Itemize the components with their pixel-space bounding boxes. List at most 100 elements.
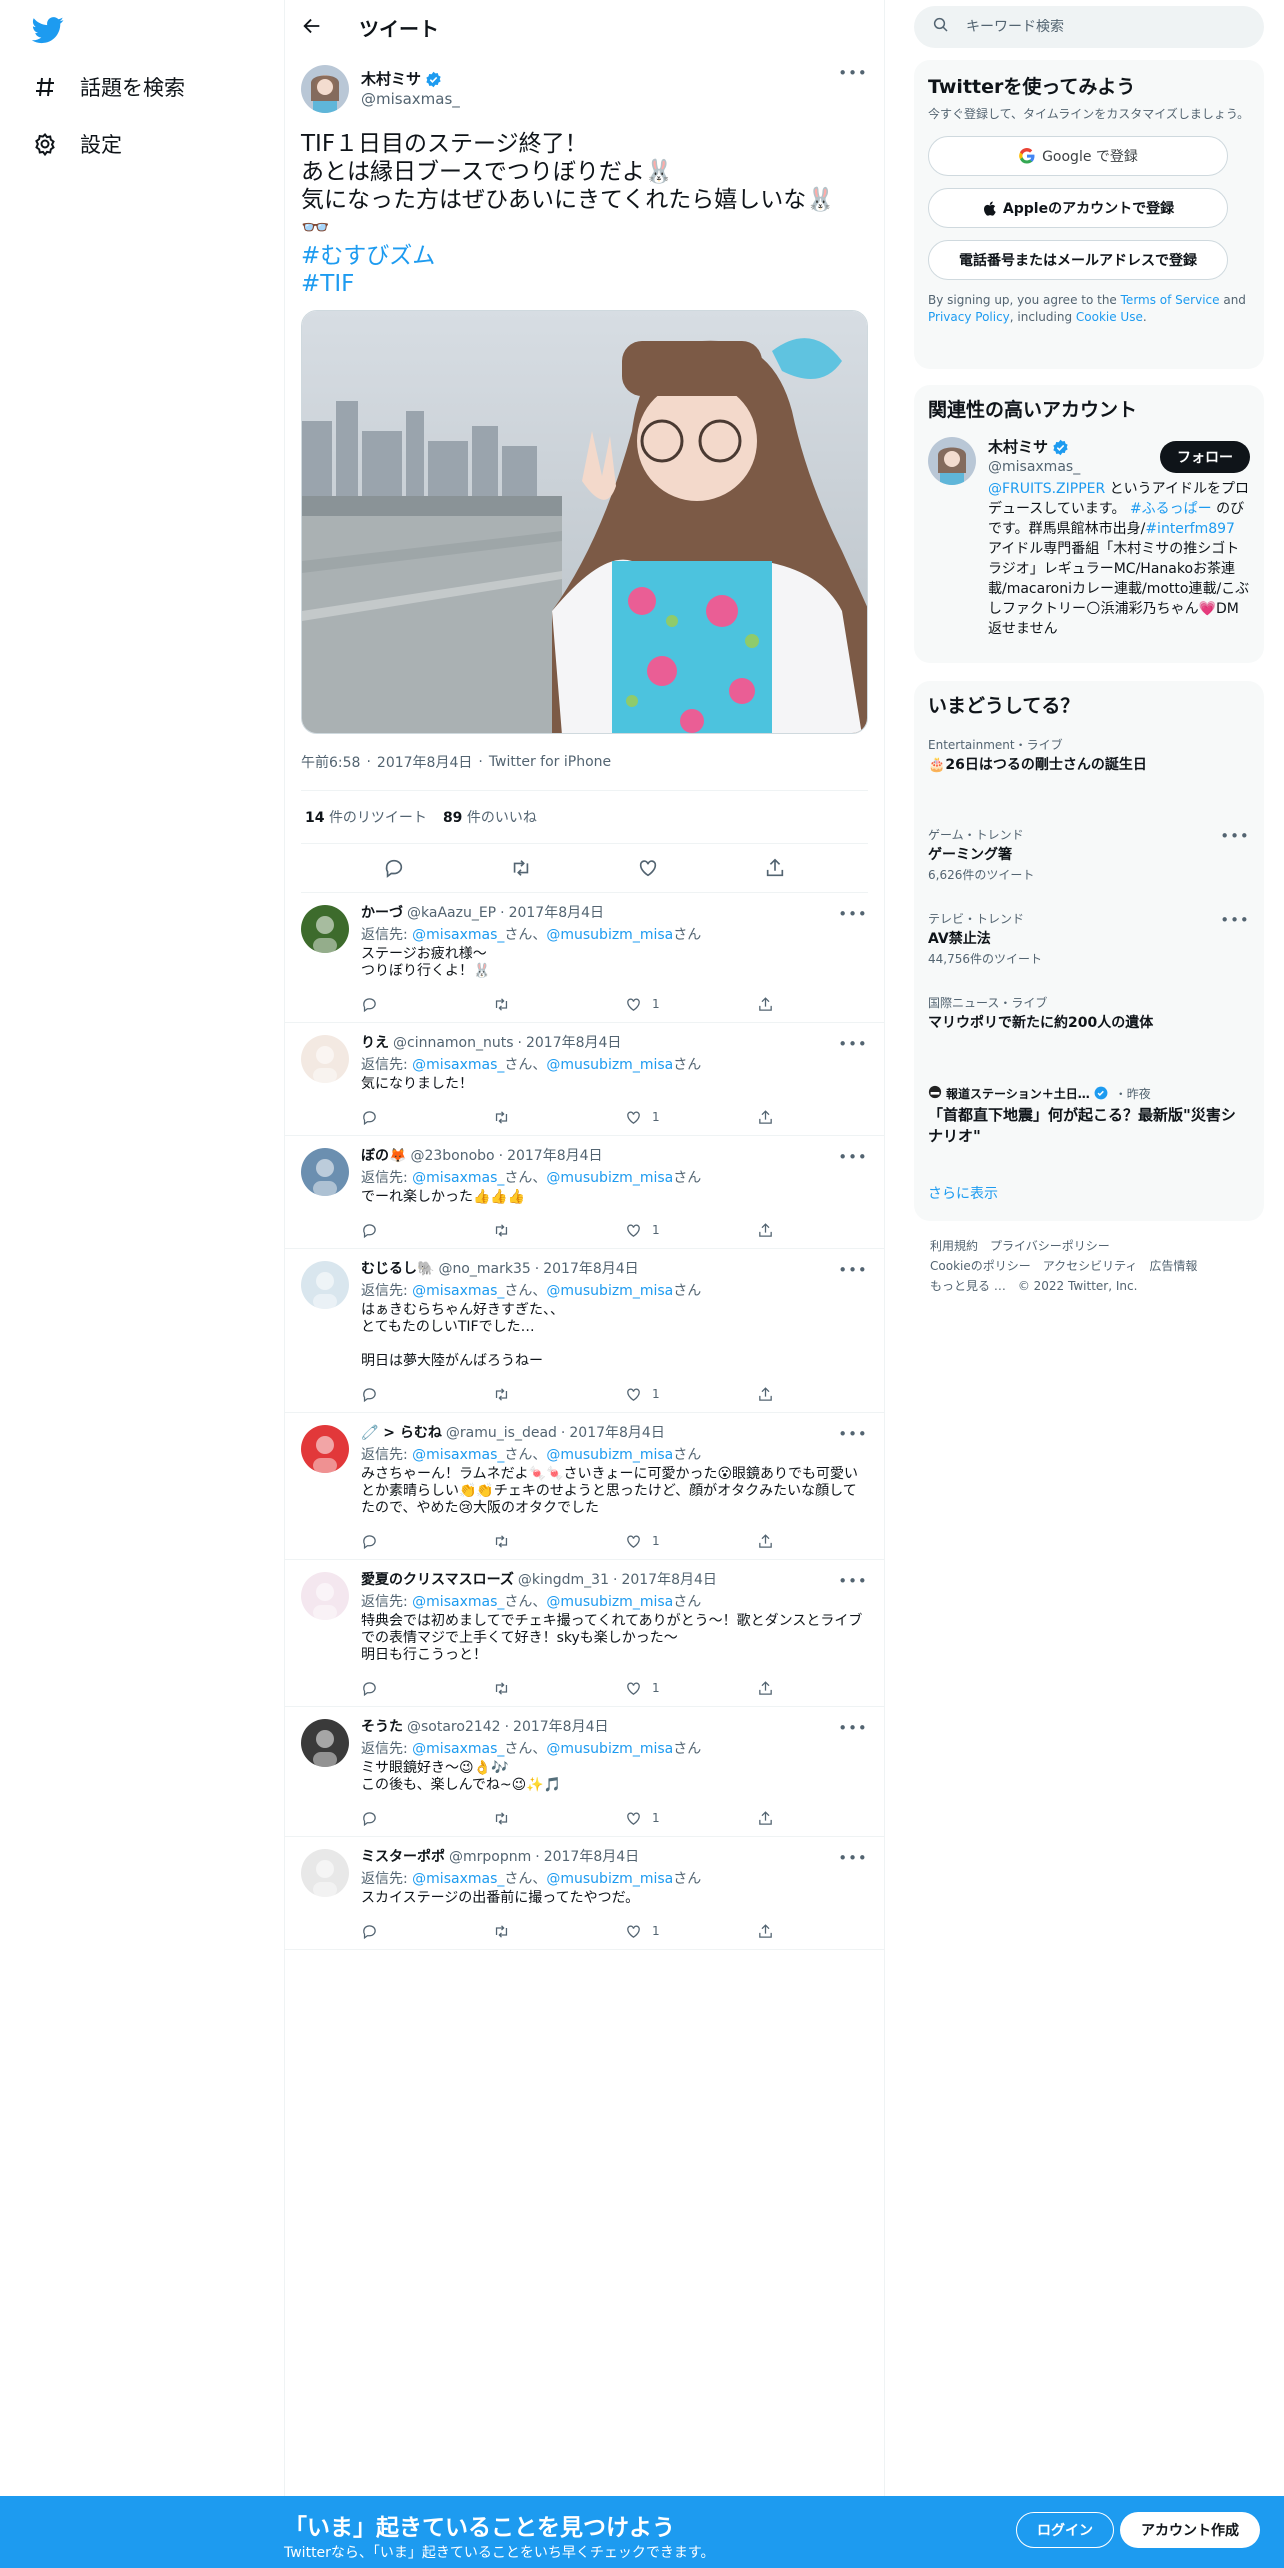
reply-author-name[interactable]: むじるし🐘 (361, 1261, 434, 1278)
share-button[interactable] (757, 1222, 774, 1239)
share-button[interactable] (757, 1810, 774, 1827)
reply-tweet[interactable]: ミスターポポ @mrpopnm · 2017年8月4日 返信先: @misaxmas_さ… (285, 1837, 884, 1950)
google-signup-button[interactable]: Google で登録 (928, 136, 1228, 176)
reply-author-name[interactable]: 愛夏のクリスマスローズ (361, 1572, 514, 1589)
back-arrow-icon[interactable] (301, 15, 325, 39)
share-button[interactable] (757, 1533, 774, 1550)
trend-item[interactable]: Entertainment・ライブ 🎂26日はつるの剛士さんの誕生日 (928, 737, 1250, 775)
share-button[interactable] (757, 1680, 774, 1697)
avatar[interactable] (301, 1849, 349, 1897)
more-options-icon[interactable]: ••• (838, 1849, 868, 1869)
reply-button[interactable] (361, 1810, 493, 1827)
apple-signup-button[interactable]: Appleのアカウントで登録 (928, 188, 1228, 228)
mention-link[interactable]: @musubizm_misa (546, 1057, 673, 1073)
bio-mention-link[interactable]: @FRUITS.ZIPPER (988, 481, 1105, 497)
related-account[interactable]: 木村ミサ @misaxmas_ @FRUITS.ZIPPER というアイドルをプ… (928, 437, 1250, 639)
more-options-icon[interactable]: ••• (838, 1261, 868, 1281)
avatar[interactable] (301, 1148, 349, 1196)
reply-tweet[interactable]: りえ @cinnamon_nuts · 2017年8月4日 返信先: @misaxmas… (285, 1023, 884, 1136)
reply-author-name[interactable]: りえ (361, 1035, 389, 1052)
trend-item[interactable]: テレビ・トレンド AV禁止法 44,756件のツイート ••• (928, 911, 1250, 967)
reply-date[interactable]: 2017年8月4日 (509, 905, 604, 922)
footer-link[interactable]: プライバシーポリシー (990, 1239, 1110, 1253)
retweet-button[interactable] (493, 996, 625, 1013)
retweet-button[interactable] (493, 1222, 625, 1239)
reply-button[interactable] (361, 1923, 493, 1940)
nav-item-explore[interactable]: 話題を検索 (32, 67, 185, 107)
avatar[interactable] (301, 1425, 349, 1473)
avatar[interactable] (928, 437, 976, 485)
login-button[interactable]: ログイン (1016, 2512, 1114, 2548)
reply-button[interactable] (361, 996, 493, 1013)
tweet-source[interactable]: Twitter for iPhone (489, 754, 611, 770)
reply-author-name[interactable]: そうた (361, 1719, 403, 1736)
mention-link[interactable]: @misaxmas_ (412, 1283, 504, 1299)
more-options-icon[interactable]: ••• (838, 1572, 868, 1592)
trend-item[interactable]: 報道ステーション＋土日… ・昨夜 「首都直下地震」何が起こる？最新版"災害シナリ… (928, 1085, 1250, 1147)
avatar[interactable] (301, 905, 349, 953)
like-button[interactable]: 1 (625, 1923, 757, 1940)
avatar[interactable] (301, 1572, 349, 1620)
share-icon[interactable] (764, 857, 786, 879)
footer-link[interactable]: アクセシビリティ (1043, 1259, 1138, 1273)
more-options-icon[interactable]: ••• (838, 1719, 868, 1739)
reply-tweet[interactable]: むじるし🐘 @no_mark35 · 2017年8月4日 返信先: @misaxmas_… (285, 1249, 884, 1413)
footer-link[interactable]: もっと見る … (930, 1279, 1006, 1293)
reply-button[interactable] (361, 1222, 493, 1239)
nav-item-settings[interactable]: 設定 (32, 124, 122, 164)
avatar[interactable] (301, 1719, 349, 1767)
reply-date[interactable]: 2017年8月4日 (543, 1261, 638, 1278)
footer-link[interactable]: Cookieのポリシー (930, 1259, 1031, 1273)
reply-tweet[interactable]: 愛夏のクリスマスローズ @kingdm_31 · 2017年8月4日 返信先: @mis… (285, 1560, 884, 1707)
more-options-icon[interactable]: ••• (838, 1035, 868, 1055)
retweet-button[interactable] (493, 1386, 625, 1403)
reply-icon[interactable] (383, 857, 405, 879)
trend-item[interactable]: ゲーム・トレンド ゲーミング箸 6,626件のツイート ••• (928, 827, 1250, 883)
share-button[interactable] (757, 1109, 774, 1126)
hashtag-link[interactable]: #TIF (301, 270, 868, 298)
bio-hashtag-link[interactable]: #interfm897 (1145, 521, 1235, 537)
mention-link[interactable]: @musubizm_misa (546, 1283, 673, 1299)
more-options-icon[interactable]: ••• (1220, 911, 1250, 931)
reply-author-name[interactable]: かーづ (361, 905, 403, 922)
retweet-count-link[interactable]: 14 件のリツイート (305, 807, 427, 827)
reply-date[interactable]: 2017年8月4日 (569, 1425, 664, 1442)
signup-button[interactable]: アカウント作成 (1120, 2512, 1260, 2548)
reply-button[interactable] (361, 1109, 493, 1126)
like-icon[interactable] (637, 857, 659, 879)
retweet-button[interactable] (493, 1680, 625, 1697)
retweet-button[interactable] (493, 1923, 625, 1940)
more-options-icon[interactable]: ••• (838, 905, 868, 925)
show-more-link[interactable]: さらに表示 (928, 1183, 998, 1203)
reply-date[interactable]: 2017年8月4日 (513, 1719, 608, 1736)
reply-tweet[interactable]: 🧷 > らむね @ramu_is_dead · 2017年8月4日 返信先: @misa… (285, 1413, 884, 1560)
tweet-date[interactable]: 2017年8月4日 (377, 752, 472, 772)
terms-link[interactable]: Terms of Service (1121, 293, 1220, 307)
like-button[interactable]: 1 (625, 1533, 757, 1550)
twitter-logo-icon[interactable] (31, 14, 64, 46)
mention-link[interactable]: @misaxmas_ (412, 927, 504, 943)
reply-date[interactable]: 2017年8月4日 (621, 1572, 716, 1589)
reply-author-name[interactable]: 🧷 > らむね (361, 1425, 442, 1442)
mention-link[interactable]: @musubizm_misa (546, 1871, 673, 1887)
more-options-icon[interactable]: ••• (838, 64, 868, 84)
mention-link[interactable]: @musubizm_misa (546, 1741, 673, 1757)
retweet-icon[interactable] (510, 857, 532, 879)
share-button[interactable] (757, 996, 774, 1013)
reply-date[interactable]: 2017年8月4日 (507, 1148, 602, 1165)
mention-link[interactable]: @misaxmas_ (412, 1057, 504, 1073)
reply-date[interactable]: 2017年8月4日 (544, 1849, 639, 1866)
share-button[interactable] (757, 1386, 774, 1403)
more-options-icon[interactable]: ••• (838, 1148, 868, 1168)
search-input[interactable] (966, 19, 1226, 35)
mention-link[interactable]: @misaxmas_ (412, 1447, 504, 1463)
mention-link[interactable]: @musubizm_misa (546, 927, 673, 943)
reply-tweet[interactable]: そうた @sotaro2142 · 2017年8月4日 返信先: @misaxmas_さ… (285, 1707, 884, 1837)
like-button[interactable]: 1 (625, 996, 757, 1013)
footer-link[interactable]: 利用規約 (930, 1239, 978, 1253)
more-options-icon[interactable]: ••• (1220, 827, 1250, 847)
reply-author-name[interactable]: ぼの🦊 (361, 1148, 406, 1165)
avatar[interactable] (301, 1035, 349, 1083)
bio-hashtag-link[interactable]: #ふるっぱー (1130, 501, 1212, 517)
like-count-link[interactable]: 89 件のいいね (443, 807, 537, 827)
